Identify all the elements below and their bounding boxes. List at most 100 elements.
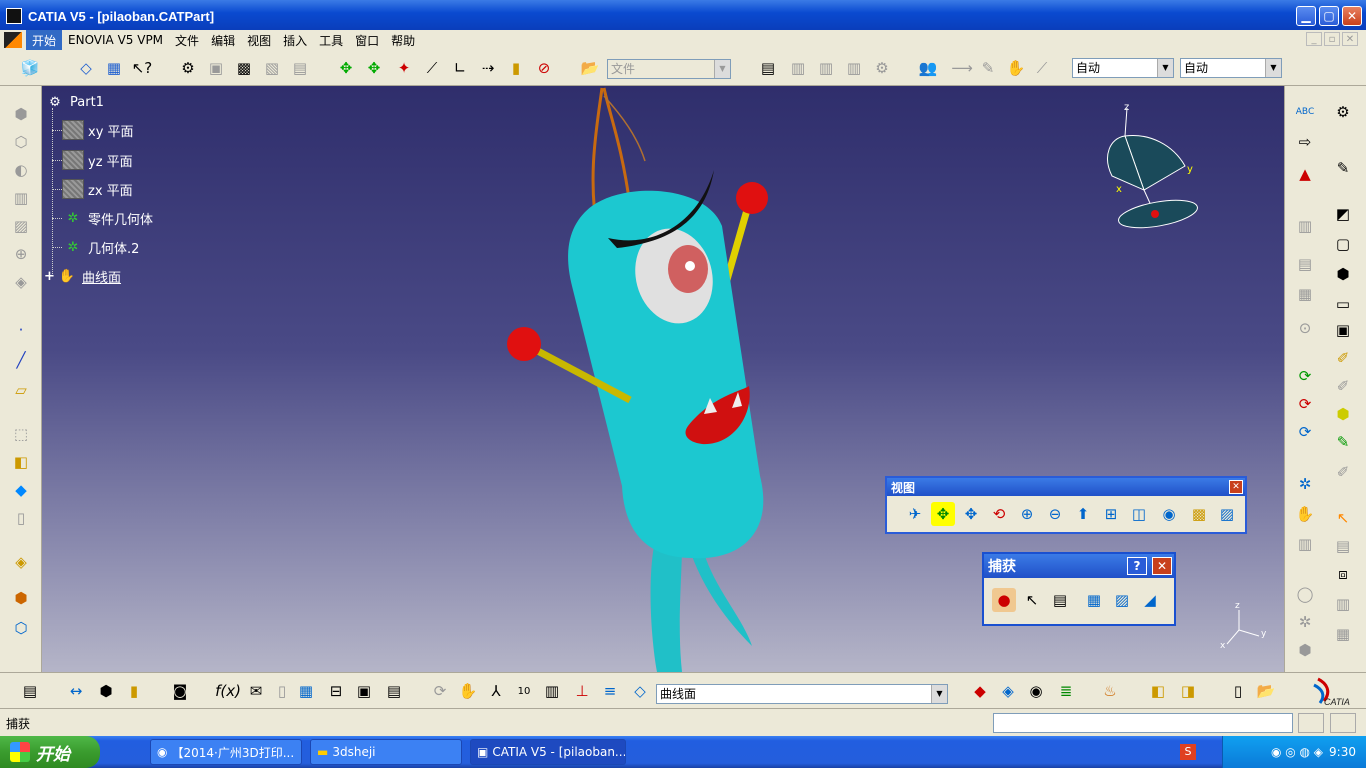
box-icon[interactable]: ◩ [1331,202,1355,226]
boolean-icon[interactable]: ⬚ [9,422,33,446]
frame-tool-icon[interactable]: ▥ [540,679,564,703]
move-icon[interactable]: ✥ [334,56,358,80]
dimension-icon[interactable]: ⇢ [476,56,500,80]
table-icon[interactable]: ▦ [294,679,318,703]
sweep-icon[interactable]: ⊕ [9,242,33,266]
measure-item-icon[interactable]: ⬢ [94,679,118,703]
task-button-browser[interactable]: ◉ 【2014·广州3D打印... [150,739,302,765]
stamp-icon[interactable]: ▲ [1293,162,1317,186]
grab-icon[interactable]: ✋ [456,679,480,703]
zoom-out-icon[interactable]: ⊖ [1043,502,1067,526]
album-icon[interactable]: ▦ [1082,588,1106,612]
shading-icon[interactable]: ◉ [1157,502,1181,526]
tool-r11-icon[interactable]: ▦ [1331,622,1355,646]
grid-icon[interactable]: ▦ [102,56,126,80]
surface-icon[interactable]: ◧ [9,450,33,474]
tool-r7-icon[interactable]: ▤ [1331,534,1355,558]
revolve-icon[interactable]: ⬡ [9,130,33,154]
graph-icon[interactable]: ⊟ [324,679,348,703]
update-all-icon[interactable]: ⟳ [1293,392,1317,416]
axis-icon[interactable]: ⅄ [484,679,508,703]
knowledge-icon[interactable]: ▯ [270,679,294,703]
sogou-icon[interactable]: S [1180,744,1196,760]
layer-icon[interactable]: ◇ [628,679,652,703]
menu-view[interactable]: 视图 [241,30,277,51]
sketch-icon[interactable]: ◇ [74,56,98,80]
rotate-view-icon[interactable]: ⟲ [987,502,1011,526]
iso-view-icon[interactable]: ◫ [1127,502,1151,526]
start-button[interactable]: 开始 [0,736,100,768]
surface-tool-icon[interactable]: ◈ [996,679,1020,703]
hide-show-icon[interactable]: ▩ [1187,502,1211,526]
layers-icon[interactable]: ◧ [1146,679,1170,703]
zoom-in-icon[interactable]: ⊕ [1015,502,1039,526]
multi-view-icon[interactable]: ⊞ [1099,502,1123,526]
pan-icon[interactable]: ✥ [959,502,983,526]
tool-icon-12[interactable]: ✋ [1004,56,1028,80]
bucket-icon[interactable]: ♨ [1098,679,1122,703]
line-icon[interactable]: ⟋ [420,56,444,80]
tool-icon-6[interactable]: ▥ [786,56,810,80]
minimize-button[interactable]: ▁ [1296,6,1316,26]
scale-icon[interactable]: ⬡ [9,616,33,640]
paint-icon[interactable]: ◆ [968,679,992,703]
doc-restore-button[interactable]: ▫ [1324,32,1340,46]
tool-r1-icon[interactable]: ▥ [1293,214,1317,238]
list-icon[interactable]: ≡ [598,679,622,703]
pen-icon[interactable]: ✎ [1331,430,1355,454]
tool-r12-icon[interactable]: ⬢ [1293,638,1317,662]
frame-icon[interactable]: ⧈ [1331,562,1355,586]
cube-color-icon[interactable]: ⬢ [1331,402,1355,426]
update-icon[interactable]: ⟳ [1293,364,1317,388]
whats-this-icon[interactable]: ↖? [130,56,154,80]
rotate-icon[interactable]: ✥ [362,56,386,80]
tool-icon-2[interactable]: ▣ [204,56,228,80]
maximize-button[interactable]: ▢ [1319,6,1339,26]
tool-icon-5[interactable]: ▤ [288,56,312,80]
extrude-icon[interactable]: ⬢ [9,102,33,126]
tool-icon-8[interactable]: ▥ [842,56,866,80]
record-icon[interactable]: ● [992,588,1016,612]
select-capture-icon[interactable]: ↖ [1020,588,1044,612]
select-icon[interactable]: ↖ [1331,506,1355,530]
command-enter-button[interactable] [1298,713,1324,733]
command-input[interactable] [993,713,1293,733]
tool-icon-13[interactable]: ⟋ [1030,56,1054,80]
comment-icon[interactable]: ✉ [244,679,268,703]
tool-icon-10[interactable]: ⟶ [950,56,974,80]
menu-enovia[interactable]: ENOVIA V5 VPM [62,31,169,49]
task-button-catia[interactable]: ▣ CATIA V5 - [pilaoban.... [470,739,626,765]
folder-icon[interactable]: 📂 [578,56,602,80]
tool-icon-1[interactable]: ⚙ [176,56,200,80]
clock[interactable]: 9:30 [1329,745,1356,759]
point-icon[interactable]: · [9,318,33,342]
plane-icon[interactable]: ▱ [9,378,33,402]
menu-window[interactable]: 窗口 [349,30,385,51]
menu-help[interactable]: 帮助 [385,30,421,51]
cube-icon[interactable]: ⬢ [1331,262,1355,286]
split-icon[interactable]: ▯ [9,506,33,530]
doc-close-button[interactable]: ✕ [1342,32,1358,46]
catia-app-icon[interactable] [6,8,22,24]
menu-tools[interactable]: 工具 [313,30,349,51]
tree-icon[interactable]: ✲ [1293,472,1317,496]
swap-space-icon[interactable]: ▨ [1215,502,1239,526]
square-icon[interactable]: ▣ [1331,318,1355,342]
tool-r4-icon[interactable]: ⊙ [1293,316,1317,340]
properties-icon[interactable]: ▤ [756,56,780,80]
globe-icon[interactable]: ◉ [1024,679,1048,703]
fit-all-icon[interactable]: ✥ [931,502,955,526]
capture-settings-icon[interactable]: ▤ [1048,588,1072,612]
lock-icon[interactable]: ▣ [352,679,376,703]
menu-file[interactable]: 文件 [169,30,205,51]
measure-icon[interactable]: ↔ [64,679,88,703]
tool-r8-icon[interactable]: ◯ [1293,582,1317,606]
hand-icon[interactable]: ✋ [1293,502,1317,526]
tool-icon-9[interactable]: ⚙ [870,56,894,80]
layers-2-icon[interactable]: ◨ [1176,679,1200,703]
eraser-icon[interactable]: ◆ [9,478,33,502]
sketcher-icon[interactable]: ✎ [1331,156,1355,180]
numeric-icon[interactable]: 10 [512,679,536,703]
line-tool-icon[interactable]: ╱ [9,348,33,372]
constraint-icon[interactable]: ⊘ [532,56,556,80]
